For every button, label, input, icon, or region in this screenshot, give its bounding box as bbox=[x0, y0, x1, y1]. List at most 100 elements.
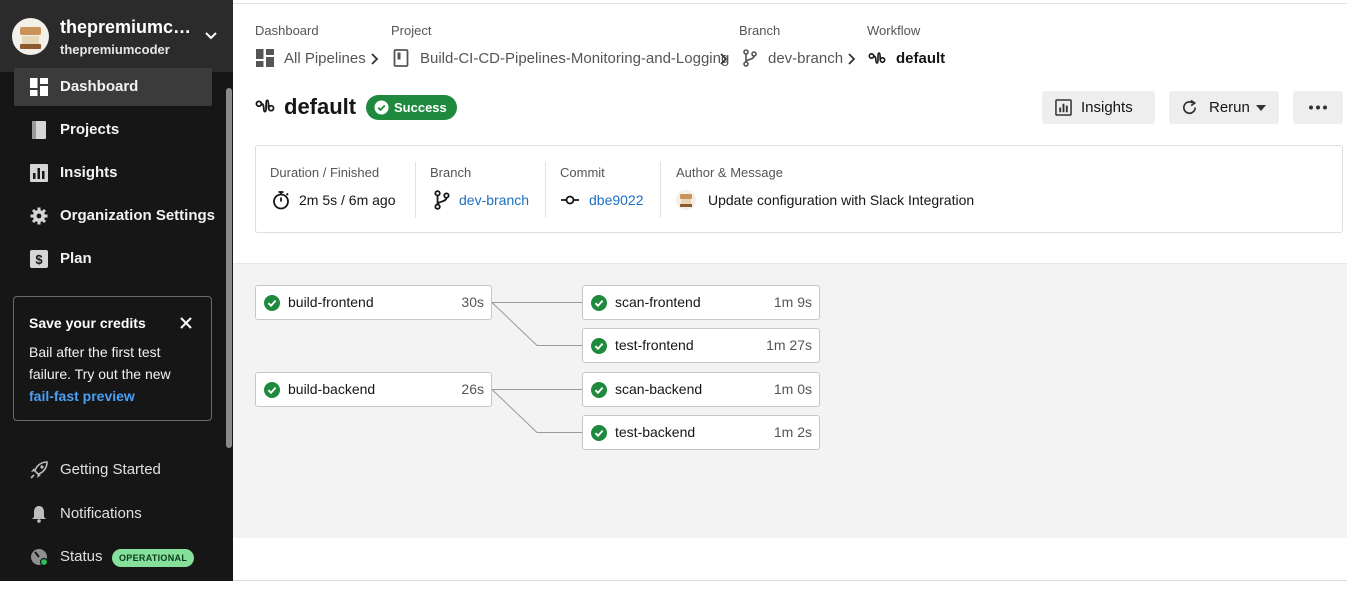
rerun-button-label: Rerun bbox=[1209, 99, 1250, 116]
promo-title: Save your credits bbox=[29, 315, 146, 331]
page-title: default bbox=[284, 94, 357, 119]
insights-icon bbox=[30, 164, 48, 182]
workflow-icon bbox=[868, 52, 886, 64]
breadcrumb-project-link[interactable]: Build-CI-CD-Pipelines-Monitoring-and-Log… bbox=[420, 50, 729, 67]
insights-button-label: Insights bbox=[1081, 99, 1133, 116]
branch-icon bbox=[743, 49, 757, 67]
insights-button[interactable]: Insights bbox=[1042, 91, 1155, 124]
divider bbox=[545, 162, 546, 218]
breadcrumb-workflow-current: default bbox=[896, 50, 946, 67]
breadcrumb-branch-link[interactable]: dev-branch bbox=[768, 50, 843, 67]
org-name: thepremiumcoder bbox=[60, 17, 200, 37]
more-icon bbox=[1309, 105, 1327, 110]
success-icon bbox=[264, 295, 280, 311]
sidebar-item-insights[interactable]: Insights bbox=[14, 154, 212, 192]
job-card-build-backend[interactable]: build-backend 26s bbox=[255, 372, 492, 407]
status-label: Success bbox=[394, 100, 447, 115]
commit-caption: Commit bbox=[560, 165, 605, 180]
job-name: test-frontend bbox=[615, 337, 694, 353]
job-duration: 1m 9s bbox=[773, 294, 812, 310]
main-content: Dashboard All Pipelines Project Build-CI… bbox=[233, 0, 1347, 589]
sidebar-item-dashboard[interactable]: Dashboard bbox=[14, 68, 212, 106]
sidebar-item-getting-started[interactable]: Getting Started bbox=[14, 451, 212, 489]
job-duration: 1m 2s bbox=[773, 424, 812, 440]
chevron-right-icon bbox=[848, 53, 856, 65]
job-name: scan-backend bbox=[615, 381, 703, 397]
sidebar-item-label: Organization Settings bbox=[60, 207, 216, 224]
job-card-scan-frontend[interactable]: scan-frontend 1m 9s bbox=[582, 285, 820, 320]
duration-value: 2m 5s / 6m ago bbox=[299, 192, 396, 208]
job-duration: 1m 0s bbox=[773, 381, 812, 397]
author-caption: Author & Message bbox=[676, 165, 783, 180]
success-icon bbox=[591, 382, 607, 398]
job-card-build-frontend[interactable]: build-frontend 30s bbox=[255, 285, 492, 320]
job-duration: 30s bbox=[461, 294, 484, 310]
dashboard-icon bbox=[30, 78, 48, 96]
check-circle-icon bbox=[374, 100, 389, 115]
app: thepremiumcoder thepremiumcoder Dashboar… bbox=[0, 0, 1347, 589]
job-name: build-frontend bbox=[288, 294, 374, 310]
rerun-icon bbox=[1183, 99, 1197, 115]
duration-caption: Duration / Finished bbox=[270, 165, 380, 180]
job-card-test-backend[interactable]: test-backend 1m 2s bbox=[582, 415, 820, 450]
avatar bbox=[12, 18, 49, 55]
status-icon bbox=[31, 549, 48, 566]
org-username: thepremiumcoder bbox=[60, 42, 170, 57]
author-avatar bbox=[676, 190, 696, 210]
commit-icon bbox=[561, 195, 579, 205]
promo-card: Save your credits Bail after the first t… bbox=[13, 296, 212, 421]
sidebar-item-label: Status bbox=[60, 548, 103, 565]
sidebar-item-organization-settings[interactable]: Organization Settings bbox=[14, 197, 216, 235]
sidebar-item-plan[interactable]: $ Plan bbox=[14, 240, 212, 278]
caret-down-icon bbox=[1256, 105, 1266, 111]
stopwatch-icon bbox=[273, 191, 289, 210]
dollar-icon: $ bbox=[30, 250, 48, 268]
insights-icon bbox=[1055, 99, 1072, 116]
branch-link[interactable]: dev-branch bbox=[459, 192, 529, 208]
breadcrumb-caption-project: Project bbox=[391, 23, 432, 38]
org-switcher[interactable]: thepremiumcoder thepremiumcoder bbox=[0, 0, 233, 72]
success-icon bbox=[591, 425, 607, 441]
job-card-test-frontend[interactable]: test-frontend 1m 27s bbox=[582, 328, 820, 363]
sidebar-item-notifications[interactable]: Notifications bbox=[14, 495, 212, 533]
more-options-button[interactable] bbox=[1293, 91, 1343, 124]
sidebar-item-label: Plan bbox=[60, 250, 92, 267]
rerun-button[interactable]: Rerun bbox=[1169, 91, 1279, 124]
job-name: test-backend bbox=[615, 424, 696, 440]
workflow-graph: build-frontend 30s scan-frontend 1m 9s t… bbox=[233, 263, 1347, 538]
promo-body: Bail after the first test failure. Try o… bbox=[29, 341, 199, 407]
job-duration: 1m 27s bbox=[766, 337, 812, 353]
job-card-scan-backend[interactable]: scan-backend 1m 0s bbox=[582, 372, 820, 407]
job-duration: 26s bbox=[461, 381, 484, 397]
chevron-right-icon bbox=[371, 53, 379, 65]
sidebar-item-projects[interactable]: Projects bbox=[14, 111, 212, 149]
svg-text:$: $ bbox=[35, 252, 43, 267]
sidebar-item-label: Dashboard bbox=[60, 78, 139, 95]
projects-icon bbox=[32, 121, 46, 139]
sidebar: thepremiumcoder thepremiumcoder Dashboar… bbox=[0, 0, 233, 581]
success-icon bbox=[591, 338, 607, 354]
close-icon[interactable] bbox=[179, 316, 193, 330]
fail-fast-preview-link[interactable]: fail-fast preview bbox=[29, 388, 135, 404]
project-icon bbox=[393, 49, 409, 67]
sidebar-item-label: Notifications bbox=[60, 505, 142, 522]
sidebar-item-label: Getting Started bbox=[60, 461, 161, 478]
breadcrumb-all-pipelines-link[interactable]: All Pipelines bbox=[284, 50, 366, 67]
promo-text: Bail after the first test failure. Try o… bbox=[29, 344, 171, 382]
success-icon bbox=[264, 382, 280, 398]
job-name: scan-frontend bbox=[615, 294, 701, 310]
bell-icon bbox=[32, 506, 46, 523]
status-badge: Success bbox=[366, 95, 457, 120]
pipeline-summary: Duration / Finished 2m 5s / 6m ago Branc… bbox=[255, 145, 1343, 233]
job-name: build-backend bbox=[288, 381, 376, 397]
commit-link[interactable]: dbe9022 bbox=[589, 192, 644, 208]
rocket-icon bbox=[30, 461, 48, 479]
chevron-down-icon bbox=[205, 32, 217, 40]
branch-caption: Branch bbox=[430, 165, 472, 180]
branch-icon bbox=[434, 190, 450, 210]
sidebar-scrollbar[interactable] bbox=[226, 88, 232, 448]
divider bbox=[233, 3, 1347, 4]
gear-icon bbox=[30, 207, 48, 225]
divider bbox=[660, 162, 661, 218]
divider bbox=[415, 162, 416, 218]
